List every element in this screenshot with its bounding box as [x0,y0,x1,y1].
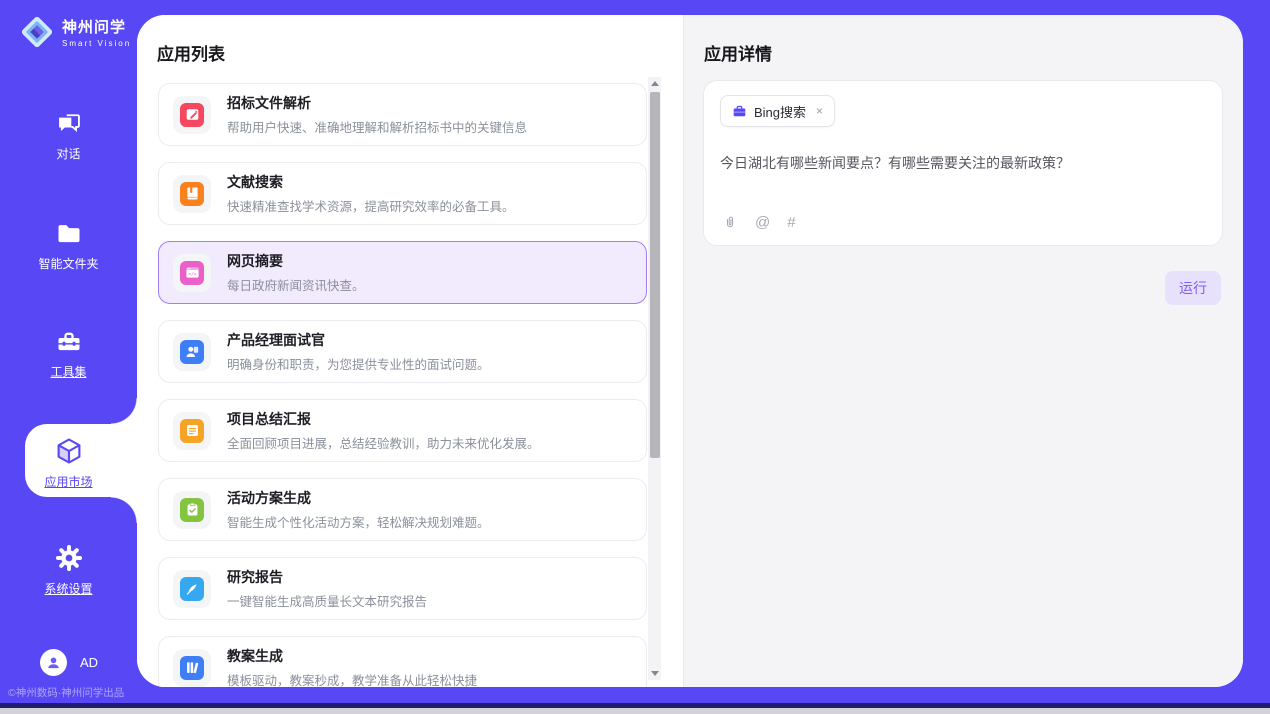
interviewer-icon [184,343,201,360]
prompt-text[interactable]: 今日湖北有哪些新闻要点？有哪些需要关注的最新政策？ [720,153,1206,173]
app-card-title: 活动方案生成 [227,488,490,508]
app-card-desc: 明确身份和职责，为您提供专业性的面试问题。 [227,354,490,373]
app-detail-panel: 应用详情 Bing搜索 × 今日湖北有哪些新闻要点？有哪些需要关注的最新政策？ [683,15,1243,687]
window-bottom-edge [0,703,1270,708]
sidebar-item-chat[interactable]: 对话 [0,110,137,162]
app-card-title: 项目总结汇报 [227,409,540,429]
app-card-desc: 帮助用户快速、准确地理解和解析招标书中的关键信息 [227,117,527,136]
copyright-footer: ©神州数码·神州问学出品 [8,685,145,700]
app-detail-title: 应用详情 [704,40,772,65]
app-list-panel: 应用列表 招标文件解析 帮助用户快速、准确地理解和解析招标书中的关键信息 [137,15,683,687]
user-initials: AD [80,655,98,670]
user-account[interactable]: AD [40,649,98,676]
tool-chip-bing-search[interactable]: Bing搜索 × [720,95,835,127]
brand-tagline: Smart Vision [62,39,131,48]
run-button[interactable]: 运行 [1165,271,1221,305]
sidebar-item-toolset[interactable]: 工具集 [0,328,137,380]
folder-icon [54,220,84,248]
app-card-desc: 智能生成个性化活动方案，轻松解决规划难题。 [227,512,490,531]
app-card-title: 网页摘要 [227,251,365,271]
app-card-desc: 一键智能生成高质量长文本研究报告 [227,591,427,610]
sidebar: 神州问学 Smart Vision 对话 智能文件夹 [0,0,137,703]
main-content: 应用列表 招标文件解析 帮助用户快速、准确地理解和解析招标书中的关键信息 [137,15,1243,687]
app-card-desc: 快速精准查找学术资源，提高研究效率的必备工具。 [227,196,515,215]
app-card-desc: 每日政府新闻资讯快查。 [227,275,365,294]
prompt-input-card[interactable]: Bing搜索 × 今日湖北有哪些新闻要点？有哪些需要关注的最新政策？ @ # [703,80,1223,246]
app-card-desc: 全面回顾项目进展，总结经验教训，助力未来优化发展。 [227,433,540,452]
scroll-up-arrow-icon[interactable] [648,77,661,90]
app-list-title: 应用列表 [157,40,225,65]
svg-text:</>: </> [188,272,197,278]
sidebar-item-smart-folder[interactable]: 智能文件夹 [0,220,137,272]
gear-icon [54,543,84,573]
app-card-title: 产品经理面试官 [227,330,490,350]
research-quill-icon [184,580,201,597]
sidebar-item-label: 对话 [56,145,80,162]
list-item-web-summary[interactable]: </> 网页摘要 每日政府新闻资讯快查。 [158,241,647,304]
briefcase-icon [732,104,747,119]
toolbox-icon [54,328,84,356]
sidebar-item-settings[interactable]: 系统设置 [0,543,137,597]
book-icon [184,185,201,202]
scroll-down-arrow-icon[interactable] [648,667,661,680]
list-item-project-summary[interactable]: 项目总结汇报 全面回顾项目进展，总结经验教训，助力未来优化发展。 [158,399,647,462]
sidebar-item-label: 智能文件夹 [38,255,98,272]
app-card-list: 招标文件解析 帮助用户快速、准确地理解和解析招标书中的关键信息 文献搜索 快速精… [158,83,647,687]
app-card-title: 教案生成 [227,646,477,666]
scrollbar-thumb[interactable] [650,92,660,458]
avatar [40,649,67,676]
scrollbar[interactable] [648,77,661,680]
list-item-event-plan[interactable]: 活动方案生成 智能生成个性化活动方案，轻松解决规划难题。 [158,478,647,541]
list-item-pm-interviewer[interactable]: 产品经理面试官 明确身份和职责，为您提供专业性的面试问题。 [158,320,647,383]
close-icon[interactable]: × [816,104,823,118]
brand-name: 神州问学 [62,16,131,37]
topic-tag-icon[interactable]: # [787,214,795,231]
app-card-title: 研究报告 [227,567,427,587]
attachment-toolbar: @ # [722,214,796,231]
at-mention-icon[interactable]: @ [755,214,770,231]
clipboard-check-icon [184,501,201,518]
brand-logo: 神州问学 Smart Vision [18,13,131,51]
sidebar-item-label: 工具集 [50,363,86,380]
summary-note-icon [184,422,201,439]
list-item-bid-parse[interactable]: 招标文件解析 帮助用户快速、准确地理解和解析招标书中的关键信息 [158,83,647,146]
list-item-lesson-plan[interactable]: 教案生成 模板驱动，教案秒成，教学准备从此轻松快捷 [158,636,647,687]
chat-icon [55,110,83,138]
list-item-research-report[interactable]: 研究报告 一键智能生成高质量长文本研究报告 [158,557,647,620]
app-card-title: 文献搜索 [227,172,515,192]
sidebar-item-label: 系统设置 [44,580,92,597]
sidebar-item-label: 应用市场 [44,473,92,490]
cube-icon [54,436,84,466]
document-edit-icon [184,106,201,123]
sidebar-item-app-market[interactable]: 应用市场 [0,436,137,490]
user-icon [45,654,62,671]
brand-diamond-icon [18,13,56,51]
app-card-title: 招标文件解析 [227,93,527,113]
books-icon [184,659,201,676]
app-window: 神州问学 Smart Vision 对话 智能文件夹 [0,0,1270,703]
tool-chip-label: Bing搜索 [754,102,806,121]
app-card-desc: 模板驱动，教案秒成，教学准备从此轻松快捷 [227,670,477,687]
webpage-code-icon: </> [184,264,201,281]
paperclip-icon[interactable] [722,214,738,231]
list-item-literature-search[interactable]: 文献搜索 快速精准查找学术资源，提高研究效率的必备工具。 [158,162,647,225]
